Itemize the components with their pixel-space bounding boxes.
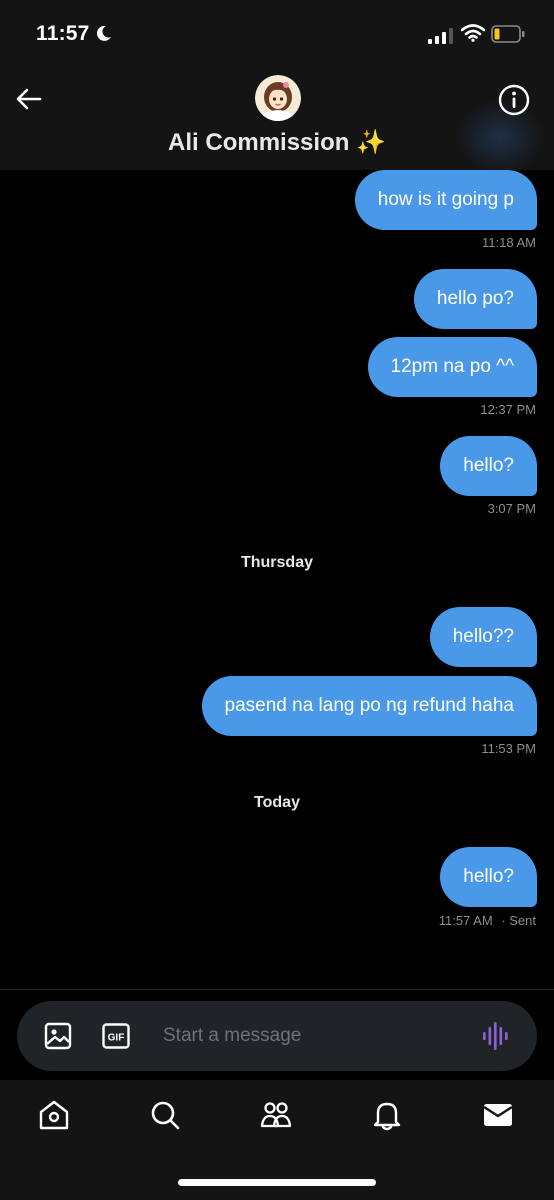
conversation-header: Ali Commission ✨ <box>0 70 554 175</box>
home-icon[interactable] <box>37 1098 71 1132</box>
message-input[interactable] <box>163 1021 463 1051</box>
gif-label: GIF <box>108 1033 125 1044</box>
message-timestamp: 11:53 PM <box>481 741 536 756</box>
status-bar: 11:57 <box>0 0 554 70</box>
search-icon[interactable] <box>148 1098 182 1132</box>
message-timestamp: 12:37 PM <box>480 402 536 417</box>
gif-button[interactable]: GIF <box>102 1023 130 1049</box>
message-bubble[interactable]: 12pm na po ^^ <box>367 337 537 397</box>
notifications-icon[interactable] <box>370 1098 404 1132</box>
communities-icon[interactable] <box>259 1098 293 1132</box>
message-composer: GIF <box>17 1001 537 1071</box>
day-separator: Today <box>254 794 300 811</box>
message-bubble[interactable]: hello po? <box>413 269 537 329</box>
message-bubble[interactable]: pasend na lang po ng refund haha <box>201 676 537 736</box>
message-bubble[interactable]: hello? <box>440 847 537 907</box>
cellular-signal-icon <box>428 28 453 44</box>
image-icon[interactable] <box>43 1021 73 1051</box>
battery-icon <box>491 25 525 43</box>
do-not-disturb-moon-icon <box>96 25 111 41</box>
status-time: 11:57 <box>36 22 90 45</box>
home-indicator <box>178 1179 376 1186</box>
message-timestamp: 3:07 PM <box>487 501 536 516</box>
contact-avatar[interactable] <box>255 75 301 121</box>
info-icon[interactable] <box>497 83 531 117</box>
wifi-icon <box>461 24 485 42</box>
contact-name[interactable]: Ali Commission ✨ <box>0 128 554 157</box>
message-timestamp-status: 11:57 AM · Sent <box>439 913 536 928</box>
messages-icon[interactable] <box>481 1098 515 1132</box>
message-timestamp: 11:57 AM <box>438 913 493 928</box>
message-bubble[interactable]: hello?? <box>429 607 537 667</box>
bottom-tab-bar <box>0 1080 554 1200</box>
voice-message-icon[interactable] <box>482 1021 510 1051</box>
message-bubble[interactable]: how is it going p <box>354 170 537 230</box>
message-timestamp: 11:18 AM <box>482 235 536 250</box>
back-arrow-icon[interactable] <box>14 84 44 114</box>
delivery-status: · Sent <box>501 913 536 928</box>
message-bubble[interactable]: hello? <box>440 436 537 496</box>
day-separator: Thursday <box>240 554 313 571</box>
composer-divider <box>0 989 554 990</box>
